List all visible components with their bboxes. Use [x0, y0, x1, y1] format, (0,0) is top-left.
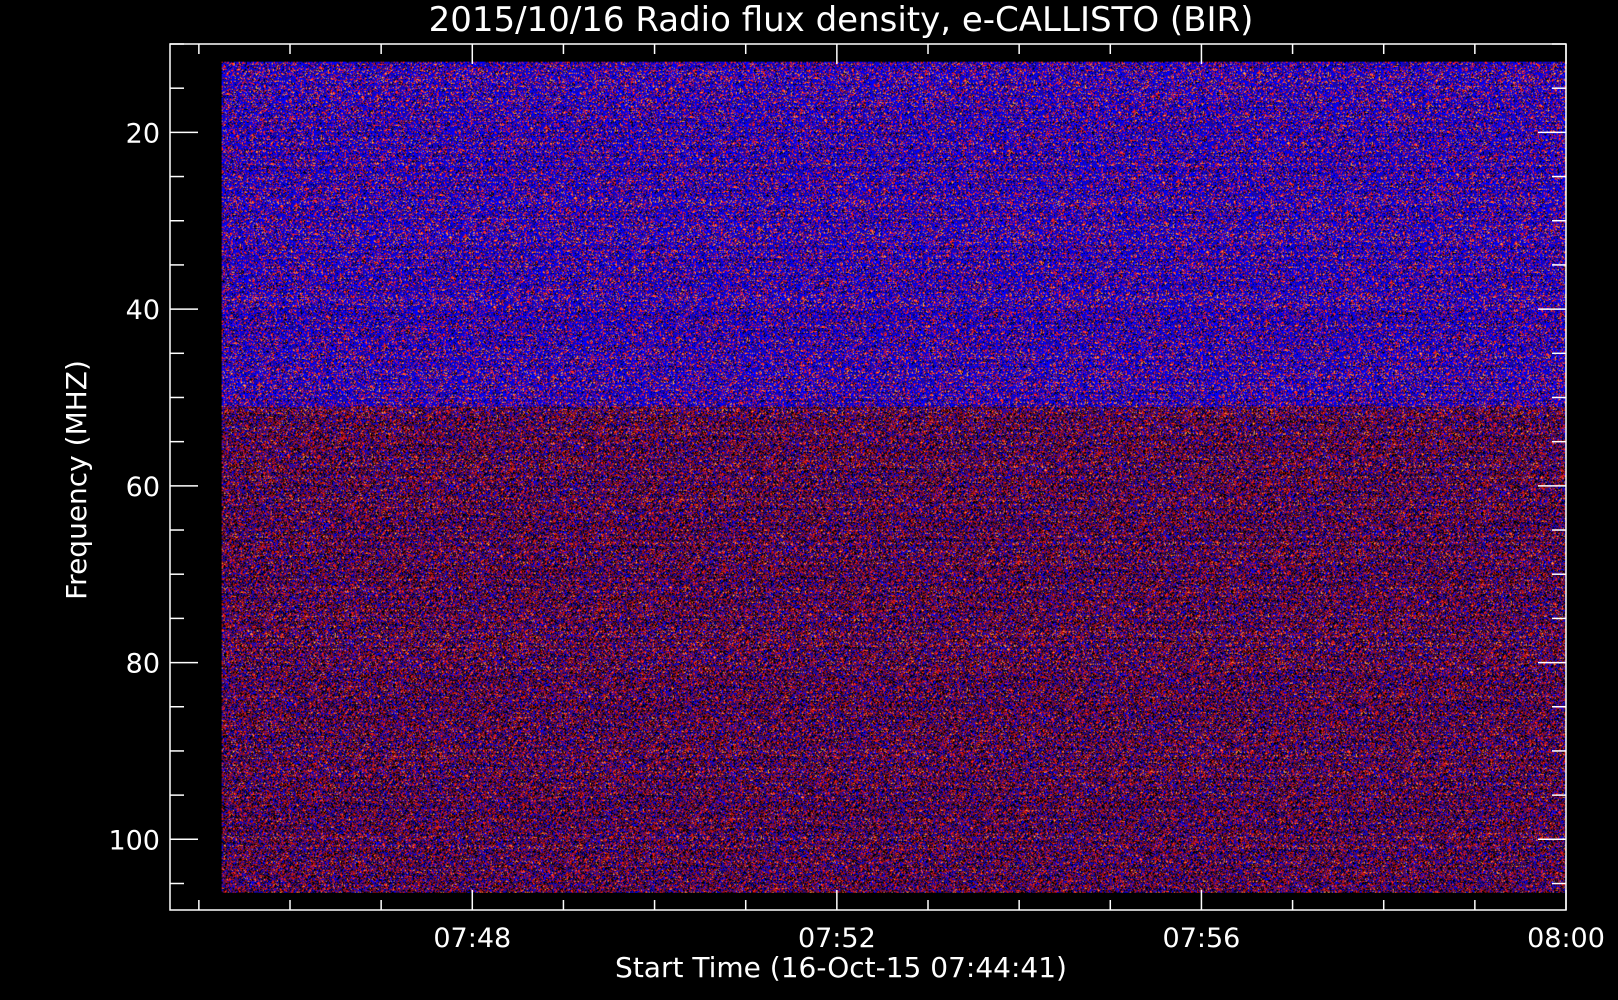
y-tick-label: 100 — [108, 825, 160, 856]
x-axis-label: Start Time (16-Oct-15 07:44:41) — [615, 951, 1067, 984]
y-tick-label: 40 — [126, 295, 160, 326]
x-tick-label: 07:56 — [1163, 923, 1241, 954]
y-tick-label: 80 — [126, 649, 160, 680]
y-axis-label: Frequency (MHZ) — [60, 360, 93, 600]
heatmap-area — [221, 61, 1566, 893]
x-tick-label: 07:48 — [433, 923, 511, 954]
y-tick-label: 20 — [126, 118, 160, 149]
x-axis-tick-labels: 07:48 07:52 07:56 08:00 — [433, 923, 1605, 954]
x-tick-label: 08:00 — [1527, 923, 1605, 954]
y-tick-label: 60 — [126, 472, 160, 503]
spectrogram-chart: 2015/10/16 Radio flux density, e-CALLIST… — [60, 0, 1605, 984]
x-tick-label: 07:52 — [798, 923, 876, 954]
chart-title: 2015/10/16 Radio flux density, e-CALLIST… — [429, 0, 1254, 40]
spectrogram-heatmap — [221, 61, 1566, 893]
y-axis-tick-labels: 20 40 60 80 100 — [108, 118, 160, 856]
